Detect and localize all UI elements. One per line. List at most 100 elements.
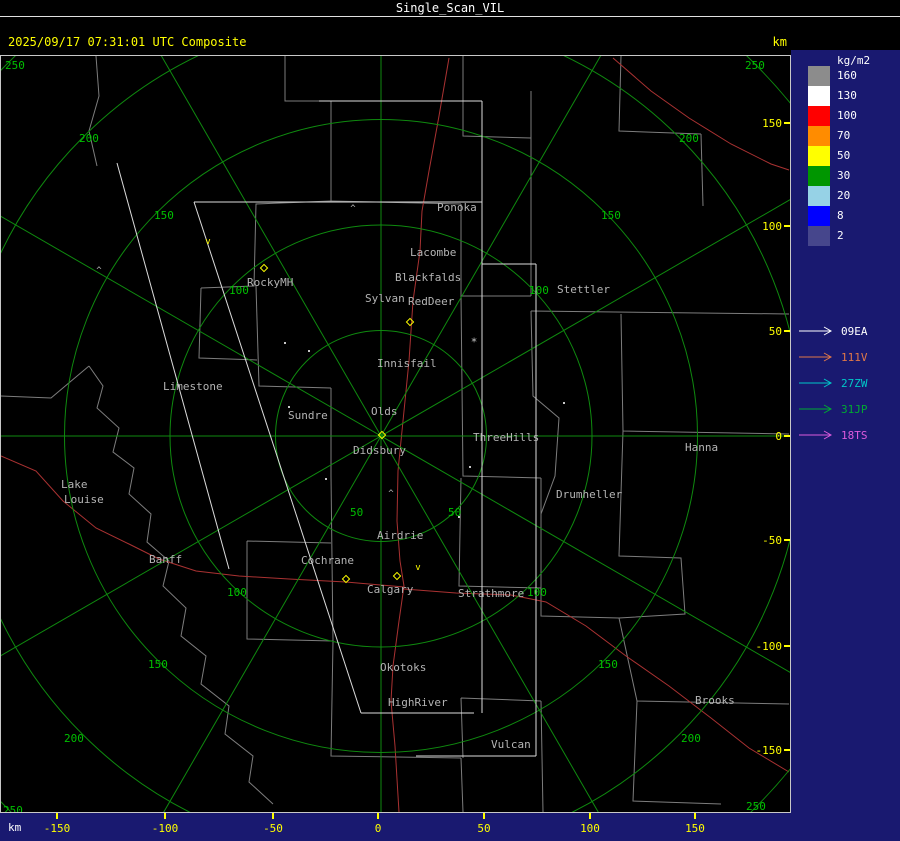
- point-marker-icon: [458, 516, 460, 518]
- caret-marker-icon: ^: [388, 489, 394, 499]
- radar-site-marker-icon: [341, 574, 351, 584]
- radar-site-marker-icon: [405, 317, 415, 327]
- vertical-axis-tick: [784, 122, 790, 124]
- radar-site-id: 09EA: [841, 324, 868, 338]
- horizontal-axis-tick: [377, 813, 379, 819]
- color-swatch: [808, 66, 830, 86]
- vertical-axis-tick-label: 50: [768, 325, 782, 338]
- color-scale-row: 2: [808, 226, 857, 246]
- radar-site-marker-icon: [377, 430, 387, 440]
- city-label-innisfail: Innisfail: [377, 357, 437, 370]
- legend-sidebar: kg/m2 160 130 100 70 50 30 20 8 2 09EA 111V 27ZW 31…: [791, 50, 900, 841]
- color-scale-row: 30: [808, 166, 857, 186]
- color-scale-value: 130: [837, 89, 857, 102]
- point-marker-icon: [284, 342, 286, 344]
- v-marker-icon: v: [415, 563, 421, 573]
- range-ring-label: 250: [5, 59, 25, 72]
- city-label-calgary: Calgary: [367, 583, 414, 596]
- range-ring-label: 100: [229, 284, 249, 297]
- city-label-highriver: HighRiver: [388, 696, 448, 709]
- radar-site-legend: 09EA 111V 27ZW 31JP 18TS: [799, 318, 868, 448]
- color-scale: 160 130 100 70 50 30 20 8 2: [808, 66, 857, 246]
- radar-app-window: Single_Scan_VIL 2025/09/17 07:31:01 UTC …: [0, 0, 900, 841]
- radar-site-marker-icon: [259, 263, 269, 273]
- vertical-axis-tick: [784, 330, 790, 332]
- range-ring-label: 250: [746, 800, 766, 813]
- vertical-axis-tick-label: 150: [762, 117, 782, 130]
- radar-site-legend-row: 27ZW: [799, 370, 868, 396]
- point-marker-icon: [469, 466, 471, 468]
- city-label-hanna: Hanna: [685, 441, 719, 454]
- range-ring-label: 250: [745, 59, 765, 72]
- radar-site-marker-icon: [392, 571, 402, 581]
- vertical-axis-unit-label: km: [772, 35, 787, 49]
- color-scale-row: 8: [808, 206, 857, 226]
- horizontal-axis-tick: [483, 813, 485, 819]
- color-scale-row: 160: [808, 66, 857, 86]
- color-scale-row: 50: [808, 146, 857, 166]
- radar-site-legend-row: 31JP: [799, 396, 868, 422]
- point-marker-icon: [325, 478, 327, 480]
- city-label-sundre: Sundre: [288, 409, 328, 422]
- vertical-axis-tick: [784, 435, 790, 437]
- horizontal-axis-tick-label: -150: [43, 822, 71, 835]
- color-scale-value: 8: [837, 209, 844, 222]
- horizontal-axis-bar: km -150 -100 -50 0 50 100 150: [0, 813, 791, 841]
- color-scale-value: 30: [837, 169, 851, 182]
- city-label-airdrie: Airdrie: [377, 529, 424, 542]
- window-title: Single_Scan_VIL: [0, 0, 900, 17]
- color-scale-row: 130: [808, 86, 857, 106]
- horizontal-axis-tick: [164, 813, 166, 819]
- vertical-axis-tick-label: 100: [762, 220, 782, 233]
- city-label-sylvan: Sylvan: [365, 292, 405, 305]
- horizontal-axis-tick-label: 0: [374, 822, 382, 835]
- city-label-threehills: ThreeHills: [473, 431, 540, 444]
- color-swatch: [808, 106, 830, 126]
- color-scale-value: 100: [837, 109, 857, 122]
- vertical-axis-tick-label: 0: [775, 430, 782, 443]
- radar-site-legend-row: 09EA: [799, 318, 868, 344]
- caret-marker-icon: ^: [350, 204, 356, 214]
- city-label-didsbury: Didsbury: [353, 444, 406, 457]
- point-marker-icon: [563, 402, 565, 404]
- city-label-banff: Banff: [149, 553, 183, 566]
- radar-map-viewport[interactable]: Ponoka Lacombe Blackfalds Sylvan RedDeer Stet…: [0, 55, 791, 813]
- vertical-axis-tick-label: -150: [755, 744, 783, 757]
- color-swatch: [808, 146, 830, 166]
- vertical-axis-tick: [784, 225, 790, 227]
- horizontal-axis-tick-label: 150: [685, 822, 705, 835]
- color-scale-row: 100: [808, 106, 857, 126]
- radar-site-id: 18TS: [841, 428, 868, 442]
- range-ring-label: 150: [148, 658, 168, 671]
- color-swatch: [808, 186, 830, 206]
- horizontal-axis-tick: [56, 813, 58, 819]
- range-ring-label: 200: [681, 732, 701, 745]
- scan-timestamp: 2025/09/17 07:31:01 UTC Composite: [8, 35, 247, 49]
- vertical-axis-tick: [784, 749, 790, 751]
- range-ring-label: 150: [601, 209, 621, 222]
- horizontal-axis-tick: [272, 813, 274, 819]
- city-label-vulcan: Vulcan: [491, 738, 531, 751]
- color-scale-row: 70: [808, 126, 857, 146]
- radar-site-id: 31JP: [841, 402, 868, 416]
- color-scale-value: 20: [837, 189, 851, 202]
- map-annotation-layer: Ponoka Lacombe Blackfalds Sylvan RedDeer Stet…: [1, 56, 790, 812]
- radar-site-legend-row: 18TS: [799, 422, 868, 448]
- asterisk-marker-icon: *: [470, 335, 478, 349]
- horizontal-axis-tick-label: -100: [151, 822, 179, 835]
- color-scale-value: 160: [837, 69, 857, 82]
- radar-site-legend-row: 111V: [799, 344, 868, 370]
- city-label-lacombe: Lacombe: [410, 246, 457, 259]
- color-swatch: [808, 86, 830, 106]
- range-ring-label: 200: [79, 132, 99, 145]
- city-label-olds: Olds: [371, 405, 398, 418]
- horizontal-axis-ticks: -150 -100 -50 0 50 100 150: [0, 813, 791, 841]
- caret-marker-icon: ^: [96, 266, 102, 276]
- point-marker-icon: [288, 406, 290, 408]
- site-arrow-icon: [799, 404, 833, 414]
- city-label-louise: Louise: [64, 493, 104, 506]
- site-arrow-icon: [799, 352, 833, 362]
- site-arrow-icon: [799, 378, 833, 388]
- horizontal-axis-tick-label: -50: [263, 822, 283, 835]
- city-label-reddeer: RedDeer: [408, 295, 455, 308]
